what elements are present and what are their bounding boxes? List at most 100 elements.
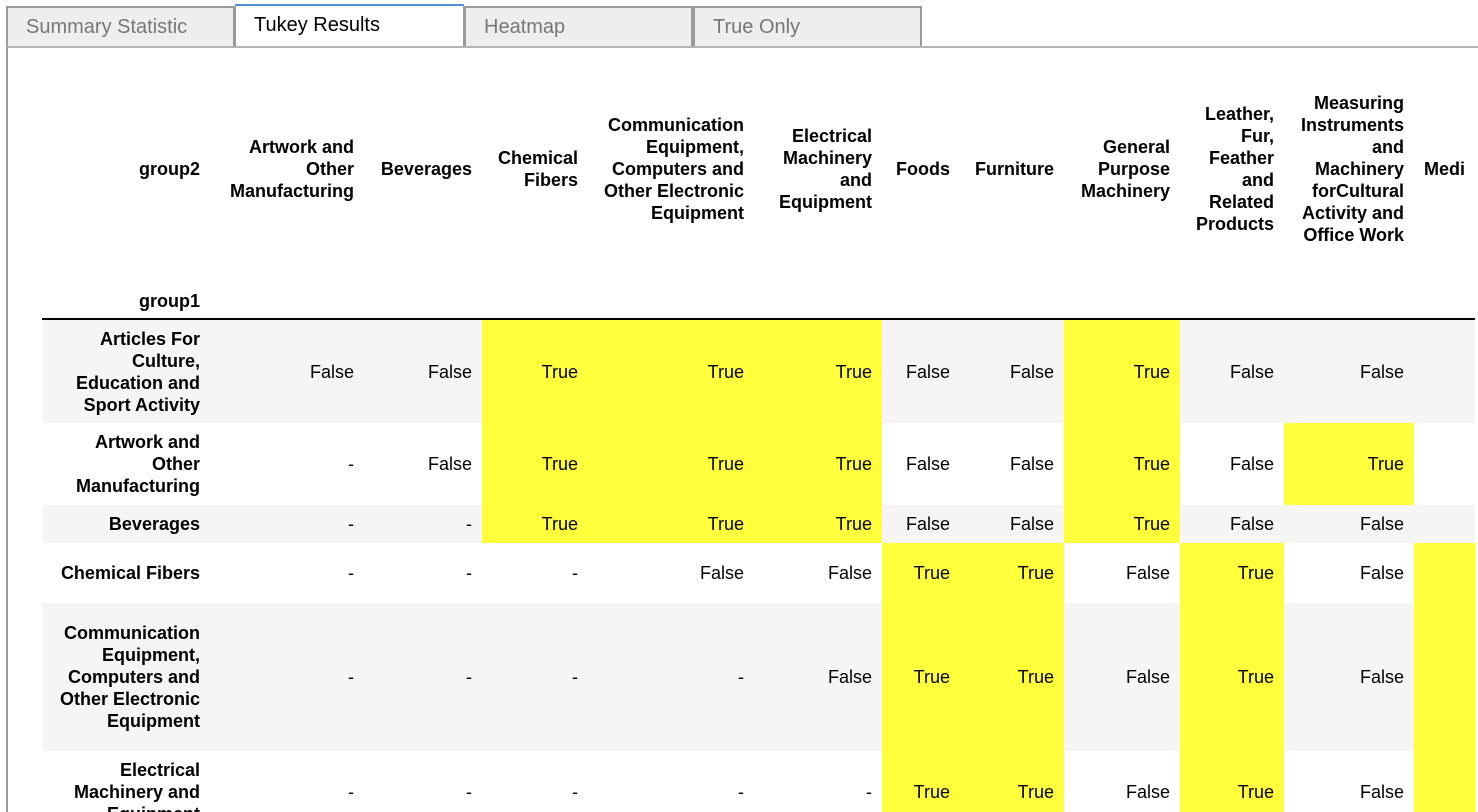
table-cell: - — [348, 667, 354, 687]
column-header: Artwork and Other Manufacturing — [230, 137, 354, 201]
table-cell: True — [1064, 423, 1180, 505]
column-header: Communication Equipment, Computers and O… — [603, 115, 744, 223]
table-cell: False — [1359, 361, 1404, 382]
table-cell: False — [827, 667, 872, 687]
table-cell: - — [348, 782, 354, 802]
table-cell: True — [754, 505, 882, 543]
table-cell — [1414, 505, 1475, 543]
table-cell — [1414, 543, 1476, 603]
table-cell: - — [572, 667, 578, 687]
table-cell: True — [754, 423, 882, 505]
table-cell: False — [1009, 454, 1054, 474]
table-cell: False — [1009, 361, 1054, 382]
tab-tukey-results[interactable]: Tukey Results — [235, 4, 464, 46]
row-label: Articles For Culture, Education and Spor… — [75, 328, 200, 415]
tab-summary-statistic[interactable]: Summary Statistic — [6, 6, 235, 46]
row-label: Electrical Machinery and Equipment — [73, 760, 200, 812]
column-header: Foods — [896, 159, 950, 179]
table-cell: False — [309, 361, 354, 382]
column-header: Beverages — [380, 159, 472, 179]
table-cell: - — [572, 782, 578, 802]
table-cell: False — [1359, 514, 1404, 534]
row-label: Communication Equipment, Computers and O… — [59, 623, 200, 731]
column-header-row: group2 Artwork and Other Manufacturing B… — [42, 48, 1475, 290]
table-cell: False — [905, 454, 950, 474]
table-cell — [1414, 319, 1475, 423]
table-cell: False — [1359, 563, 1404, 583]
table-cell: True — [1064, 319, 1180, 423]
table-cell: - — [348, 563, 354, 583]
table-cell: False — [699, 563, 744, 583]
table-cell: True — [1180, 543, 1284, 603]
table-row: Artwork and Other Manufacturing - False Tru… — [42, 423, 1476, 505]
table-cell: True — [482, 423, 588, 505]
column-header: Measuring Instruments and Machinery forC… — [1300, 93, 1404, 245]
table-cell: True — [1180, 603, 1284, 751]
table-cell: - — [348, 514, 354, 534]
column-header: Furniture — [975, 159, 1054, 179]
table-cell: True — [1284, 423, 1414, 505]
tab-bar: Summary Statistic Tukey Results Heatmap … — [6, 4, 922, 46]
table-cell: - — [738, 782, 744, 802]
table-cell: False — [1359, 782, 1404, 802]
table-cell: True — [588, 423, 754, 505]
table-cell: True — [960, 751, 1064, 812]
table-cell: - — [572, 563, 578, 583]
columns-axis-label: group2 — [139, 159, 200, 179]
table-cell: False — [1125, 782, 1170, 802]
table-cell — [1414, 603, 1476, 751]
tab-true-only[interactable]: True Only — [693, 6, 922, 46]
table-cell: - — [866, 782, 872, 802]
table-cell: False — [1009, 514, 1054, 534]
table-cell: True — [588, 319, 754, 423]
row-label: Artwork and Other Manufacturing — [76, 432, 200, 496]
column-header: Chemical Fibers — [497, 148, 578, 190]
table-cell: False — [905, 514, 950, 534]
table-row: Beverages - - True True True False False True Fal… — [42, 505, 1476, 543]
table-cell: True — [960, 603, 1064, 751]
row-label: Chemical Fibers — [60, 563, 200, 583]
table-cell: False — [1125, 563, 1170, 583]
tukey-results-table: group2 Artwork and Other Manufacturing B… — [42, 48, 1476, 812]
table-cell — [1414, 423, 1475, 505]
table-body: Articles For Culture, Education and Spor… — [42, 319, 1476, 812]
table-cell: False — [1229, 454, 1274, 474]
table-cell: False — [1229, 361, 1274, 382]
table-cell: True — [882, 751, 960, 812]
tab-heatmap[interactable]: Heatmap — [464, 6, 693, 46]
table-cell: False — [905, 361, 950, 382]
table-cell: True — [1064, 505, 1180, 543]
table-cell: True — [960, 543, 1064, 603]
column-header: Electrical Machinery and Equipment — [779, 126, 872, 212]
table-cell: False — [1125, 667, 1170, 687]
table-cell: - — [466, 667, 472, 687]
table-cell: False — [827, 563, 872, 583]
row-label: Beverages — [108, 514, 200, 534]
column-header: General Purpose Machinery — [1080, 137, 1170, 201]
table-cell: True — [588, 505, 754, 543]
table-cell: False — [427, 454, 472, 474]
index-header-row: group1 — [42, 290, 1476, 320]
table-row: Chemical Fibers - - - False False True True Fals… — [42, 543, 1476, 603]
table-cell: False — [1359, 667, 1404, 687]
column-header: Leather, Fur, Feather and Related Produc… — [1195, 104, 1274, 234]
table-cell: - — [348, 454, 354, 474]
table-cell: True — [882, 603, 960, 751]
table-cell: - — [466, 782, 472, 802]
table-cell: True — [1180, 751, 1284, 812]
table-row: Electrical Machinery and Equipment-----T… — [42, 751, 1476, 812]
table-cell: - — [466, 514, 472, 534]
table-cell — [1414, 751, 1476, 812]
table-cell: False — [427, 361, 472, 382]
index-axis-label: group1 — [42, 290, 210, 320]
table-row: Articles For Culture, Education and Spor… — [42, 319, 1476, 423]
table-cell: - — [738, 667, 744, 687]
table-row: Communication Equipment, Computers and O… — [42, 603, 1476, 751]
table-cell: - — [466, 563, 472, 583]
tukey-results-panel: group2 Artwork and Other Manufacturing B… — [6, 46, 1478, 812]
table-cell: True — [882, 543, 960, 603]
column-header: Medi — [1424, 159, 1466, 179]
table-cell: False — [1229, 514, 1274, 534]
table-cell: True — [482, 505, 588, 543]
table-cell: True — [482, 319, 588, 423]
